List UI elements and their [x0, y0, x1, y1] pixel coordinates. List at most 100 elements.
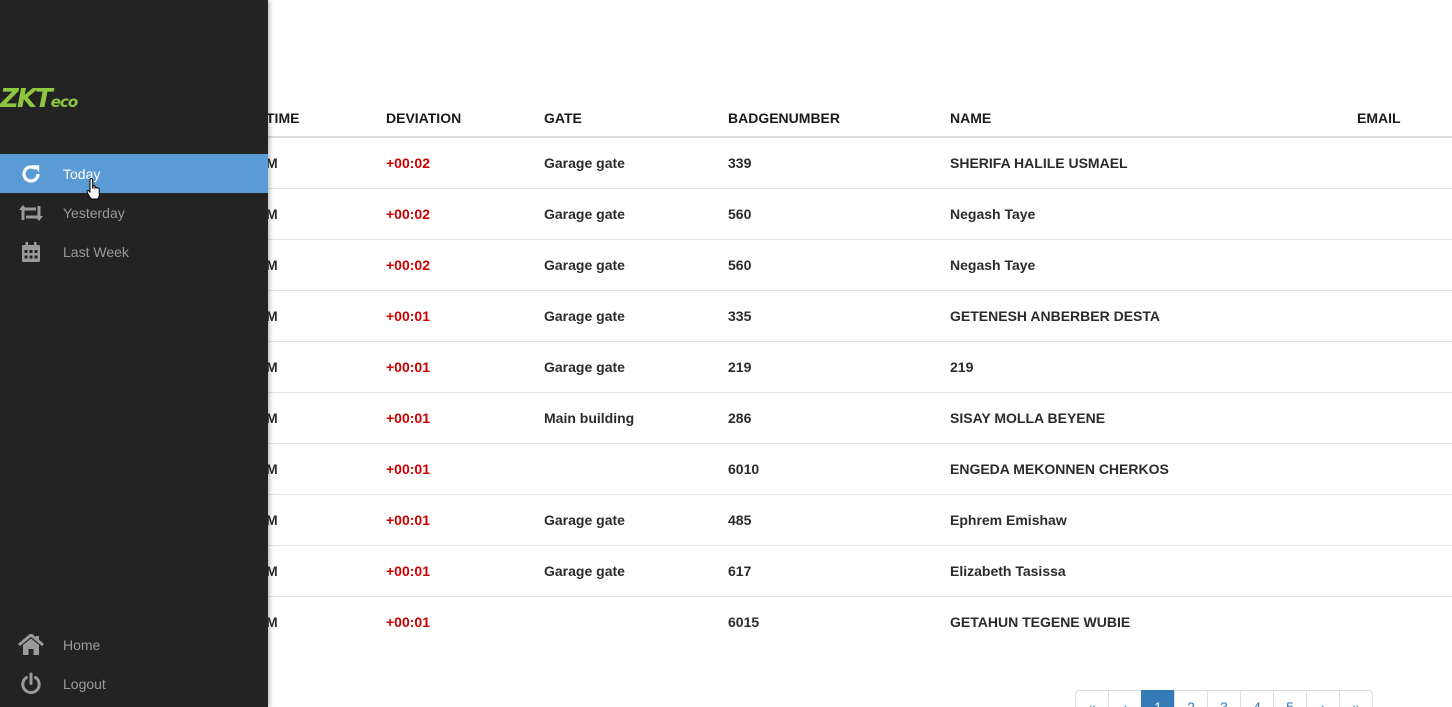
cell-badgenumber: 617 — [728, 545, 950, 597]
cell-badgenumber: 6010 — [728, 443, 950, 495]
cell-badgenumber: 485 — [728, 494, 950, 546]
cell-gate: Garage gate — [544, 494, 728, 546]
sidebar: ZKTeco Today Yesterday Last Week Home Lo… — [0, 0, 268, 707]
cell-time: M — [266, 341, 386, 393]
table-row[interactable]: M +00:01 Garage gate 617 Elizabeth Tasissa — [266, 545, 1452, 597]
column-header-time[interactable]: TIME — [266, 100, 386, 138]
cell-deviation: +00:01 — [386, 614, 430, 630]
table-row[interactable]: M +00:01 6015 GETAHUN TEGENE WUBIE — [266, 597, 1452, 648]
page-1-button[interactable]: 1 — [1141, 690, 1175, 707]
sidebar-item-home[interactable]: Home — [0, 625, 268, 664]
cell-deviation: +00:01 — [386, 290, 544, 342]
column-header-badgenumber[interactable]: BADGENUMBER — [728, 100, 950, 138]
table-row[interactable]: M +00:01 6010 ENGEDA MEKONNEN CHERKOS — [266, 443, 1452, 495]
cell-email — [1357, 290, 1452, 342]
cell-email — [1357, 443, 1452, 495]
next-page-button[interactable]: › — [1306, 690, 1340, 707]
cell-name: Negash Taye — [950, 188, 1357, 240]
cell-badgenumber: 6015 — [728, 614, 760, 630]
column-header-deviation[interactable]: DEVIATION — [386, 100, 544, 138]
cell-gate — [544, 443, 728, 495]
cell-deviation: +00:02 — [386, 239, 544, 291]
cell-email — [1357, 545, 1452, 597]
table-row[interactable]: M +00:01 Garage gate 485 Ephrem Emishaw — [266, 494, 1452, 546]
cell-time: M — [266, 545, 386, 597]
cell-deviation: +00:02 — [386, 188, 544, 240]
cell-time: M — [266, 494, 386, 546]
cell-gate: Garage gate — [544, 545, 728, 597]
column-header-gate[interactable]: GATE — [544, 100, 728, 138]
refresh-icon — [18, 161, 44, 187]
column-header-email[interactable]: EMAIL — [1357, 100, 1452, 138]
cell-time: M — [266, 239, 386, 291]
cell-badgenumber: 219 — [728, 341, 950, 393]
column-header-name[interactable]: NAME — [950, 100, 1357, 138]
page-4-button[interactable]: 4 — [1240, 690, 1274, 707]
cell-badgenumber: 560 — [728, 188, 950, 240]
cell-name: ENGEDA MEKONNEN CHERKOS — [950, 443, 1357, 495]
cell-deviation: +00:01 — [386, 392, 544, 444]
cell-name: GETENESH ANBERBER DESTA — [950, 290, 1357, 342]
first-page-button[interactable]: « — [1075, 690, 1109, 707]
cell-email — [1357, 188, 1452, 240]
cell-gate — [544, 597, 728, 648]
sidebar-item-logout[interactable]: Logout — [0, 664, 268, 703]
cell-gate: Garage gate — [544, 290, 728, 342]
cell-name: Ephrem Emishaw — [950, 494, 1357, 546]
table-row[interactable]: M +00:02 Garage gate 560 Negash Taye — [266, 239, 1452, 291]
cell-time: M — [266, 392, 386, 444]
table-row[interactable]: M +00:02 Garage gate 339 SHERIFA HALILE USMA… — [266, 137, 1452, 189]
cell-name: Elizabeth Tasissa — [950, 545, 1357, 597]
cell-name: SISAY MOLLA BEYENE — [950, 392, 1357, 444]
cell-time: M — [266, 614, 278, 630]
cell-deviation: +00:01 — [386, 341, 544, 393]
table-row[interactable]: M +00:02 Garage gate 560 Negash Taye — [266, 188, 1452, 240]
cell-email — [1357, 239, 1452, 291]
cell-email — [1357, 341, 1452, 393]
previous-page-button[interactable]: ‹ — [1108, 690, 1142, 707]
pagination: «‹ 1 2 3 4 5 ›» — [1075, 690, 1373, 707]
table-row[interactable]: M +00:01 Garage gate 335 GETENESH ANBERBER D… — [266, 290, 1452, 342]
calendar-icon — [18, 239, 44, 265]
cell-name: SHERIFA HALILE USMAEL — [950, 137, 1357, 189]
cell-name: 219 — [950, 341, 1357, 393]
cell-deviation: +00:01 — [386, 443, 544, 495]
cell-email — [1357, 392, 1452, 444]
sidebar-item-yesterday[interactable]: Yesterday — [0, 193, 268, 232]
sidebar-item-label: Logout — [63, 675, 106, 692]
cell-gate: Garage gate — [544, 137, 728, 189]
table-row[interactable]: M +00:01 Garage gate 219 219 — [266, 341, 1452, 393]
sidebar-item-last-week[interactable]: Last Week — [0, 232, 268, 271]
sidebar-item-today[interactable]: Today — [0, 154, 268, 193]
cell-badgenumber: 560 — [728, 239, 950, 291]
attendance-table: TIME DEVIATION GATE BADGENUMBER NAME EMA… — [266, 100, 1452, 647]
last-page-button[interactable]: » — [1339, 690, 1373, 707]
cell-badgenumber: 335 — [728, 290, 950, 342]
sidebar-item-label: Last Week — [63, 243, 129, 260]
cell-deviation: +00:01 — [386, 545, 544, 597]
power-icon — [18, 671, 44, 697]
cell-gate: Garage gate — [544, 239, 728, 291]
cell-badgenumber: 286 — [728, 392, 950, 444]
cell-email — [1357, 494, 1452, 546]
page-2-button[interactable]: 2 — [1174, 690, 1208, 707]
cell-gate: Garage gate — [544, 188, 728, 240]
cell-time: M — [266, 137, 386, 189]
cell-name: GETAHUN TEGENE WUBIE — [950, 614, 1131, 630]
cell-gate: Garage gate — [544, 341, 728, 393]
cell-time: M — [266, 188, 386, 240]
zkteco-logo: ZKTeco — [0, 84, 78, 114]
sidebar-item-label: Home — [63, 636, 101, 653]
page-5-button[interactable]: 5 — [1273, 690, 1307, 707]
hand-cursor-icon — [86, 178, 100, 200]
cell-deviation: +00:01 — [386, 494, 544, 546]
cell-email — [1357, 137, 1452, 189]
home-icon — [18, 632, 44, 658]
retweet-icon — [18, 200, 44, 226]
logo-text: ZKT — [0, 84, 53, 114]
page-3-button[interactable]: 3 — [1207, 690, 1241, 707]
cell-time: M — [266, 290, 386, 342]
cell-email — [1357, 597, 1452, 648]
table-row[interactable]: M +00:01 Main building 286 SISAY MOLLA BEYEN… — [266, 392, 1452, 444]
sidebar-item-label: Yesterday — [63, 204, 125, 221]
